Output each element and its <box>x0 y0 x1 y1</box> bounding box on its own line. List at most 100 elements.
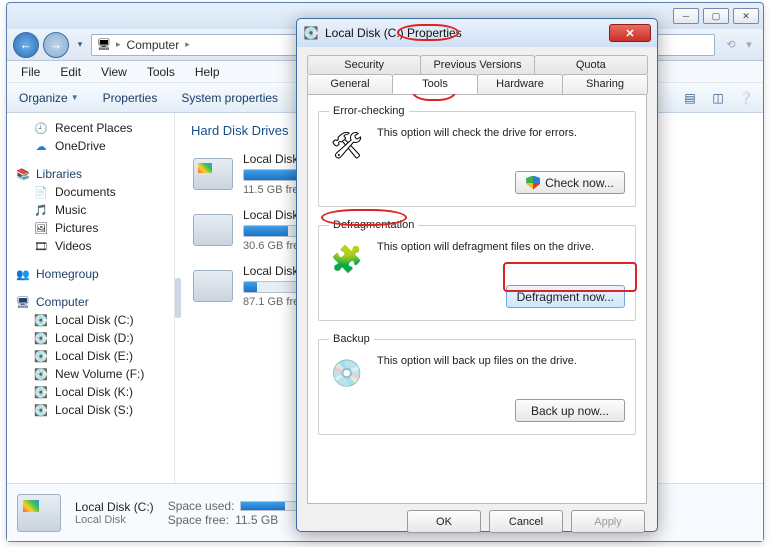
nav-libraries[interactable]: 📚Libraries <box>11 165 170 183</box>
btn-label: Check now... <box>545 176 614 190</box>
maximize-button[interactable]: ▢ <box>703 8 729 24</box>
navigation-pane: 🕘Recent Places ☁OneDrive 📚Libraries 📄Doc… <box>7 113 175 483</box>
shield-icon <box>526 176 540 190</box>
quicknav: ⟲ ▾ <box>723 37 757 53</box>
nav-label: Videos <box>55 239 91 253</box>
nav-label: Documents <box>55 185 116 199</box>
history-dropdown[interactable]: ▾ <box>73 36 87 54</box>
nav-label: Local Disk (S:) <box>55 403 133 417</box>
menu-tools[interactable]: Tools <box>139 63 183 81</box>
ok-button[interactable]: OK <box>407 510 481 533</box>
btn-label: Defragment now... <box>517 290 614 304</box>
refresh-icon[interactable]: ⟲ <box>723 37 739 53</box>
system-properties-btn[interactable]: System properties <box>175 89 284 107</box>
tab-general[interactable]: General <box>307 74 393 94</box>
drive-icon: 💽 <box>33 403 49 417</box>
videos-icon: 🎞 <box>33 239 49 253</box>
nav-recent-places[interactable]: 🕘Recent Places <box>11 119 170 137</box>
backup-text: This option will back up files on the dr… <box>377 355 625 367</box>
back-button[interactable]: ← <box>13 32 39 58</box>
preview-pane-button[interactable]: ◫ <box>707 88 729 108</box>
nav-drive[interactable]: 💽 New Volume (F:) <box>11 365 170 383</box>
nav-drive[interactable]: 💽 Local Disk (S:) <box>11 401 170 419</box>
pictures-icon: 🖼 <box>33 221 49 235</box>
drive-icon: 💽 <box>33 313 49 327</box>
nav-drive[interactable]: 💽Local Disk (K:) <box>11 383 170 401</box>
homegroup-icon: 👥 <box>15 267 31 281</box>
nav-computer[interactable]: 🖥Computer <box>11 293 170 311</box>
nav-label: Computer <box>36 295 89 309</box>
dialog-title: Local Disk (C:) Properties <box>325 26 603 40</box>
chevron-down-icon: ▼ <box>71 93 79 102</box>
dropdown-icon[interactable]: ▾ <box>741 37 757 53</box>
nav-drive[interactable]: 💽Local Disk (E:) <box>11 347 170 365</box>
nav-drive[interactable]: 💽 Local Disk (D:) <box>11 329 170 347</box>
tab-sharing[interactable]: Sharing <box>562 74 648 94</box>
tab-tools[interactable]: Tools <box>392 74 478 94</box>
menu-view[interactable]: View <box>93 63 135 81</box>
menu-edit[interactable]: Edit <box>52 63 89 81</box>
drive-icon: 💽 <box>33 367 49 381</box>
tab-security[interactable]: Security <box>307 55 421 74</box>
splitter[interactable] <box>175 113 181 483</box>
nav-label: Libraries <box>36 167 82 181</box>
error-checking-text: This option will check the drive for err… <box>377 127 625 139</box>
help-button[interactable]: ❔ <box>735 88 757 108</box>
drive-icon: 💽 <box>33 349 49 363</box>
nav-homegroup[interactable]: 👥 Homegroup <box>11 265 170 283</box>
tab-strip: Security Previous Versions Quota General… <box>307 55 647 94</box>
nav-label: Local Disk (C:) <box>55 313 134 327</box>
drive-icon: 💽 <box>33 331 49 345</box>
drive-icon <box>193 270 233 302</box>
organize-label: Organize <box>19 91 68 105</box>
drive-icon <box>193 158 233 190</box>
minimize-button[interactable]: ─ <box>673 8 699 24</box>
tab-quota[interactable]: Quota <box>534 55 648 74</box>
nav-music[interactable]: 🎵Music <box>11 201 170 219</box>
error-checking-icon: 🛠 <box>329 127 365 163</box>
nav-label: New Volume (F:) <box>55 367 144 381</box>
defrag-text: This option will defragment files on the… <box>377 241 625 253</box>
properties-dialog: 💽 Local Disk (C:) Properties ✕ Security … <box>296 18 658 532</box>
nav-drive[interactable]: 💽 Local Disk (C:) <box>11 311 170 329</box>
close-button[interactable]: ✕ <box>733 8 759 24</box>
view-mode-button[interactable]: ▤ <box>679 88 701 108</box>
breadcrumb-item[interactable]: Computer <box>125 38 182 52</box>
group-defragmentation: Defragmentation 🧩 This option will defra… <box>318 219 636 321</box>
dialog-titlebar: 💽 Local Disk (C:) Properties ✕ <box>297 19 657 47</box>
group-legend: Error-checking <box>329 105 409 117</box>
tab-previous-versions[interactable]: Previous Versions <box>420 55 534 74</box>
tab-hardware[interactable]: Hardware <box>477 74 563 94</box>
nav-onedrive[interactable]: ☁OneDrive <box>11 137 170 155</box>
tab-panel-tools: Error-checking 🛠 This option will check … <box>307 94 647 504</box>
recent-icon: 🕘 <box>33 121 49 135</box>
group-legend: Backup <box>329 333 374 345</box>
nav-label: Music <box>55 203 86 217</box>
dialog-title-prefix: Local Disk (C:) <box>325 26 407 40</box>
nav-videos[interactable]: 🎞 Videos <box>11 237 170 255</box>
check-now-button[interactable]: Check now... <box>515 171 625 194</box>
nav-pictures[interactable]: 🖼 Pictures <box>11 219 170 237</box>
dialog-title-word: Properties <box>407 26 462 40</box>
nav-label: Pictures <box>55 221 98 235</box>
forward-button[interactable]: → <box>43 32 69 58</box>
menu-help[interactable]: Help <box>187 63 228 81</box>
dialog-close-button[interactable]: ✕ <box>609 24 651 42</box>
backup-now-button[interactable]: Back up now... <box>515 399 625 422</box>
nav-label: Local Disk (D:) <box>55 331 134 345</box>
nav-documents[interactable]: 📄Documents <box>11 183 170 201</box>
group-backup: Backup 💿 This option will back up files … <box>318 333 636 435</box>
menu-file[interactable]: File <box>13 63 48 81</box>
drive-icon <box>193 214 233 246</box>
space-used-label: Space used: <box>168 499 235 513</box>
drive-icon: 💽 <box>303 26 319 40</box>
cancel-button[interactable]: Cancel <box>489 510 563 533</box>
apply-button[interactable]: Apply <box>571 510 645 533</box>
defragment-now-button[interactable]: Defragment now... <box>506 285 625 308</box>
properties-btn[interactable]: Properties <box>97 89 164 107</box>
sysprops-label: System properties <box>181 91 278 105</box>
dialog-button-row: OK Cancel Apply <box>307 504 647 533</box>
computer-icon: 🖥 <box>96 37 112 53</box>
organize-menu[interactable]: Organize▼ <box>13 89 85 107</box>
nav-label: Homegroup <box>36 267 99 281</box>
